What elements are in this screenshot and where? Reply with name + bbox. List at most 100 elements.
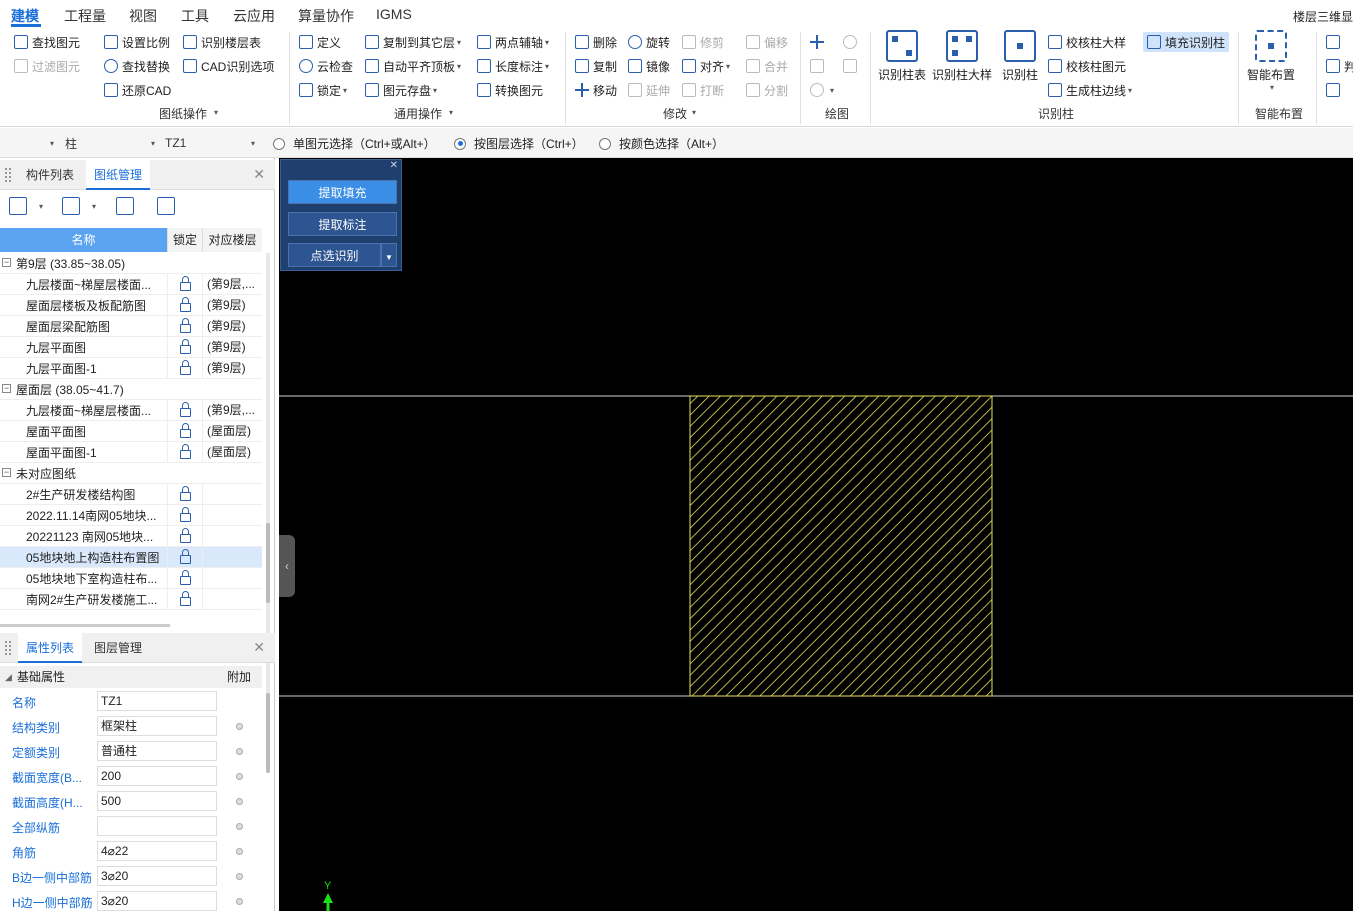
chevron-down-icon[interactable]: ▾ — [449, 108, 453, 117]
close-icon[interactable]: ✕ — [253, 166, 265, 183]
tree-item-row[interactable]: 屋面平面图-1 (屋面层) — [0, 441, 262, 463]
identify-column-button[interactable]: 识别柱 — [998, 30, 1042, 83]
element-save-button[interactable]: 图元存盘 ▾ — [365, 80, 437, 100]
copy-to-other-floor-button[interactable]: 复制到其它层 ▾ — [365, 32, 461, 52]
additional-checkbox[interactable] — [236, 898, 243, 905]
restore-cad-button[interactable]: 还原CAD — [104, 80, 171, 100]
tree-item-row[interactable]: 屋面层楼板及板配筋图 (第9层) — [0, 294, 262, 316]
menu-tab-igms[interactable]: IGMS — [376, 6, 412, 22]
additional-checkbox[interactable] — [236, 848, 243, 855]
lock-toggle[interactable] — [167, 567, 202, 589]
edit-drawing-icon[interactable] — [62, 197, 80, 215]
close-icon[interactable]: ✕ — [253, 639, 265, 656]
fill-identify-column-button[interactable]: 填充识别柱 — [1143, 32, 1230, 52]
identify-column-table-button[interactable]: 识别柱表 — [876, 30, 928, 83]
tree-group-row[interactable]: 未对应图纸 − — [0, 463, 262, 484]
lock-toggle[interactable] — [167, 441, 202, 463]
draw-line-button[interactable] — [810, 56, 828, 76]
merge-button[interactable]: 合并 — [746, 56, 788, 76]
rotate-button[interactable]: 旋转 — [628, 32, 670, 52]
more-tool-button[interactable] — [1326, 32, 1344, 52]
draw-point-button[interactable] — [810, 32, 828, 52]
point-identify-dropdown[interactable]: ▼ — [381, 243, 397, 267]
tree-group-row[interactable]: 屋面层 (38.05~41.7) − — [0, 379, 262, 400]
extract-fill-button[interactable]: 提取填充 — [288, 180, 397, 204]
cloud-check-button[interactable]: 云检查 — [299, 56, 353, 76]
identify-column-detail-button[interactable]: 识别柱大样 — [931, 30, 993, 83]
property-section-header[interactable]: ◢ 基础属性 附加 — [0, 666, 262, 688]
lock-toggle[interactable] — [167, 483, 202, 505]
lock-toggle[interactable] — [167, 420, 202, 442]
additional-checkbox[interactable] — [236, 873, 243, 880]
additional-checkbox[interactable] — [236, 773, 243, 780]
lock-toggle[interactable] — [167, 273, 202, 295]
lock-toggle[interactable] — [167, 546, 202, 568]
cad-options-button[interactable]: CAD识别选项 — [183, 56, 274, 76]
menu-tab-modeling[interactable]: 建模 — [11, 6, 39, 26]
tree-item-row[interactable]: 05地块地下室构造柱布... — [0, 567, 262, 589]
collapse-toggle-icon[interactable]: − — [2, 384, 11, 393]
additional-checkbox[interactable] — [236, 748, 243, 755]
extract-annotation-button[interactable]: 提取标注 — [288, 212, 397, 236]
tab-layer-management[interactable]: 图层管理 — [86, 633, 150, 663]
lock-toggle[interactable] — [167, 504, 202, 526]
chevron-down-icon[interactable]: ▾ — [92, 202, 96, 211]
set-scale-button[interactable]: 设置比例 — [104, 32, 170, 52]
property-value-field[interactable]: 200 — [97, 766, 217, 786]
tree-item-row[interactable]: 2022.11.14南网05地块... — [0, 504, 262, 526]
lock-toggle[interactable] — [167, 336, 202, 358]
component-name-select[interactable]: TZ1 ▾ — [161, 133, 259, 153]
chevron-down-icon[interactable]: ▾ — [692, 108, 696, 117]
collapse-toggle-icon[interactable]: − — [2, 468, 11, 477]
property-value-field[interactable]: TZ1 — [97, 691, 217, 711]
split-button[interactable]: 分割 — [746, 80, 788, 100]
properties-scrollbar[interactable] — [266, 693, 270, 773]
tab-component-list[interactable]: 构件列表 — [18, 160, 82, 190]
extend-button[interactable]: 延伸 — [628, 80, 670, 100]
column-header-name[interactable]: 名称 — [0, 228, 167, 252]
tree-item-row[interactable]: 2#生产研发楼结构图 — [0, 483, 262, 505]
property-value-field[interactable]: 3⌀20 — [97, 866, 217, 886]
offset-button[interactable]: 偏移 — [746, 32, 788, 52]
find-replace-button[interactable]: 查找替换 — [104, 56, 170, 76]
filter-element-button[interactable]: 过滤图元 — [14, 56, 80, 76]
collapse-toggle-icon[interactable]: − — [2, 258, 11, 267]
additional-checkbox[interactable] — [236, 798, 243, 805]
layer-select-radio[interactable]: 按图层选择（Ctrl+） — [454, 135, 584, 152]
trash-icon[interactable] — [157, 197, 175, 215]
convert-element-button[interactable]: 转换图元 — [477, 80, 543, 100]
column-header-lock[interactable]: 锁定 — [167, 228, 202, 252]
more-tool-button-2[interactable] — [1326, 80, 1344, 100]
tree-item-row[interactable]: 屋面层梁配筋图 (第9层) — [0, 315, 262, 337]
copy-drawing-icon[interactable] — [116, 197, 134, 215]
draw-rect-button[interactable] — [843, 56, 861, 76]
check-column-element-button[interactable]: 校核柱图元 — [1048, 56, 1126, 76]
collapse-panel-button[interactable]: ‹ — [279, 535, 295, 597]
break-button[interactable]: 打断 — [682, 80, 724, 100]
menu-tab-cloud[interactable]: 云应用 — [233, 6, 275, 26]
property-value-field[interactable]: 普通柱 — [97, 741, 217, 761]
scrollbar-thumb[interactable] — [266, 523, 270, 603]
draw-arc-button[interactable] — [843, 32, 861, 52]
property-value-field[interactable]: 4⌀22 — [97, 841, 217, 861]
horizontal-scrollbar[interactable] — [0, 624, 170, 627]
lock-toggle[interactable] — [167, 399, 202, 421]
add-drawing-icon[interactable] — [9, 197, 27, 215]
floor-3d-toggle[interactable]: 楼层三维显示 — [1293, 8, 1353, 25]
property-value-field[interactable]: 3⌀20 — [97, 891, 217, 911]
lock-toggle[interactable] — [167, 315, 202, 337]
column-header-floor[interactable]: 对应楼层 — [202, 228, 262, 252]
point-identify-button[interactable]: 点选识别 — [288, 243, 381, 267]
trim-button[interactable]: 修剪 — [682, 32, 724, 52]
tree-item-row[interactable]: 屋面平面图 (屋面层) — [0, 420, 262, 442]
menu-tab-collab[interactable]: 算量协作 — [298, 6, 354, 26]
tab-property-list[interactable]: 属性列表 — [18, 633, 83, 663]
color-select-radio[interactable]: 按颜色选择（Alt+） — [599, 135, 724, 152]
tree-item-row[interactable]: 九层平面图 (第9层) — [0, 336, 262, 358]
lock-toggle[interactable] — [167, 294, 202, 316]
additional-checkbox[interactable] — [236, 723, 243, 730]
draw-polyline-button[interactable]: ▾ — [810, 80, 834, 100]
tree-item-row[interactable]: 九层平面图-1 (第9层) — [0, 357, 262, 379]
component-type-select[interactable]: 柱 ▾ — [61, 133, 159, 153]
copy-button[interactable]: 复制 — [575, 56, 617, 76]
